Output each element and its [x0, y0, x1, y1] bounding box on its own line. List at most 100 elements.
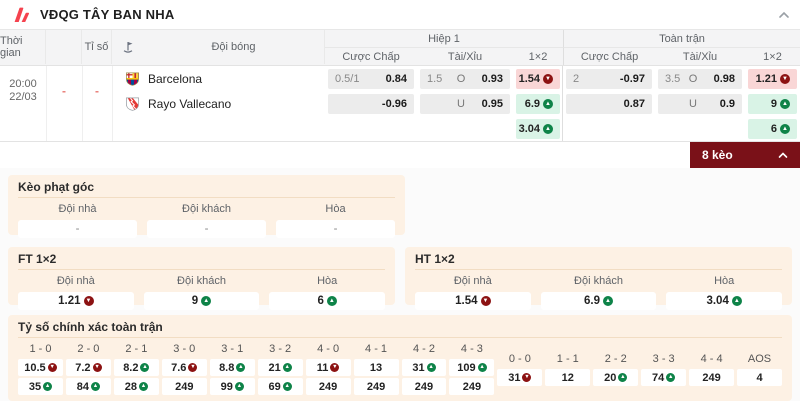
odds-cell-h1-handicap-away[interactable]: -0.96 — [328, 93, 414, 114]
odds-number: 8.8 — [219, 361, 235, 374]
odds-number: 1.21 — [58, 295, 81, 307]
score-label: 4 - 2 — [412, 343, 435, 355]
odds-number: 3.04 — [706, 295, 729, 307]
trend-up-icon: ▲ — [666, 373, 676, 382]
correct-score-grid: 1 - 0 10.5 ▼ 35 ▲ 2 - 0 7.2 ▼ 84 ▲ 2 - 1 8.2 ▲ 28 ▲ 3 -… — [18, 342, 782, 395]
odds-number: 0.84 — [385, 72, 407, 85]
panel-values: --- — [18, 220, 395, 238]
odds-cell[interactable]: 31 ▼ — [497, 369, 543, 386]
odds-cell[interactable]: 11 ▼ — [305, 359, 351, 376]
panel-column-label: Đội khách — [182, 203, 231, 215]
col-header-h1-overunder: Tài/Xỉu — [447, 50, 483, 63]
league-collapse-chevron-up-icon[interactable] — [778, 11, 790, 19]
panel-title: Tỷ số chính xác toàn trận — [18, 320, 782, 338]
panel-title: HT 1×2 — [415, 252, 782, 270]
odds-cell-ft-1x2-away[interactable]: 9 ▲ — [748, 93, 797, 114]
trend-up-icon: ▲ — [43, 382, 53, 391]
laliga-logo-icon — [10, 5, 32, 25]
odds-cell[interactable]: 84 ▲ — [65, 378, 111, 395]
score-label: 4 - 3 — [460, 343, 483, 355]
odds-cell-h1-1x2-home[interactable]: 1.54 ▼ — [516, 68, 560, 89]
odds-cell-h1-over[interactable]: 1.5 O 0.93 — [420, 68, 510, 89]
odds-cell[interactable]: 74 ▲ — [641, 369, 687, 386]
odds-cell[interactable]: 109 ▲ — [449, 359, 495, 376]
odds-cell[interactable]: 13 — [353, 359, 399, 376]
score-label: 3 - 2 — [269, 343, 292, 355]
trend-up-icon: ▲ — [236, 363, 246, 372]
odds-cell[interactable]: 8.8 ▲ — [209, 359, 255, 376]
odds-number: 84 — [76, 380, 90, 393]
trend-up-icon: ▲ — [426, 363, 436, 372]
odds-cell[interactable]: 7.2 ▼ — [65, 359, 111, 376]
odds-cell[interactable]: 31 ▲ — [401, 359, 447, 376]
odds-cell[interactable]: 249 — [305, 378, 351, 395]
odds-table-header: Thời gian Tỉ số Đội bóng Hiệp 1 Toàn trậ… — [0, 30, 800, 66]
odds-cell[interactable]: 249 — [689, 369, 735, 386]
odds-cell[interactable]: 8.2 ▲ — [113, 359, 159, 376]
odds-cell-h1-1x2-away[interactable]: 6.9 ▲ — [516, 93, 560, 114]
odds-cell-ft-1x2-draw[interactable]: 6 ▲ — [748, 118, 797, 139]
odds-cell-ft-handicap-away[interactable]: 0.87 — [566, 93, 652, 114]
odds-number: 6.9 — [524, 97, 540, 110]
odds-cell[interactable]: 6 ▲ — [269, 292, 385, 310]
odds-cell[interactable]: 9 ▲ — [143, 292, 260, 310]
odds-cell[interactable]: 28 ▲ — [113, 378, 159, 395]
odds-cell[interactable]: - — [276, 220, 395, 238]
trend-down-icon: ▼ — [83, 296, 94, 306]
odds-cell[interactable]: 249 — [161, 378, 207, 395]
odds-cell[interactable]: 4 — [737, 369, 782, 386]
odds-number: 7.2 — [75, 361, 91, 374]
odds-number: 10.5 — [24, 361, 46, 374]
odds-cell[interactable]: 69 ▲ — [257, 378, 303, 395]
trend-down-icon: ▼ — [188, 363, 198, 372]
odds-cell[interactable]: 35 ▲ — [18, 378, 63, 395]
corner-flag-icon — [112, 30, 143, 64]
score-column-draw: 2 - 2 20 ▲ — [593, 342, 639, 395]
away-team[interactable]: Rayo Vallecano — [112, 96, 325, 112]
over-label: O — [688, 72, 698, 85]
empty-space — [415, 175, 792, 235]
more-bets-button[interactable]: 8 kèo — [690, 142, 800, 168]
odds-cell[interactable]: 10.5 ▼ — [18, 359, 63, 376]
odds-cell-h1-under[interactable]: U 0.95 — [420, 93, 510, 114]
score-label: 4 - 1 — [365, 343, 388, 355]
odds-cell[interactable]: 249 — [401, 378, 447, 395]
odds-number: 8.2 — [123, 361, 139, 374]
odds-cell[interactable]: 99 ▲ — [209, 378, 255, 395]
col-header-ft-handicap: Cược Chấp — [563, 48, 655, 65]
odds-number: 11 — [316, 361, 329, 374]
odds-cell[interactable]: 12 — [545, 369, 591, 386]
odds-cell[interactable]: 3.04 ▲ — [666, 292, 782, 310]
odds-cell[interactable]: 6.9 ▲ — [540, 292, 657, 310]
odds-number: 0.9 — [719, 97, 735, 110]
score-column: 4 - 1 13 249 — [353, 342, 399, 395]
odds-cell[interactable]: 249 — [353, 378, 399, 395]
odds-cell-ft-1x2-home[interactable]: 1.21 ▼ — [748, 68, 797, 89]
odds-number: 28 — [124, 380, 137, 393]
odds-cell-ft-under[interactable]: U 0.9 — [658, 93, 742, 114]
odds-number: 9 — [770, 97, 777, 110]
odds-cell-ft-over[interactable]: 3.5 O 0.98 — [658, 68, 742, 89]
odds-cell[interactable]: 7.6 ▼ — [161, 359, 207, 376]
odds-cell[interactable]: 1.54 ▼ — [415, 292, 531, 310]
under-label: U — [689, 97, 697, 110]
score-column: 2 - 0 7.2 ▼ 84 ▲ — [65, 342, 111, 395]
col-header-h1-1x2: 1×2 — [528, 50, 548, 63]
odds-cell[interactable]: 21 ▲ — [257, 359, 303, 376]
odds-cell-ft-handicap-home[interactable]: 2 -0.97 — [566, 68, 652, 89]
odds-cell[interactable]: 1.21 ▼ — [18, 292, 134, 310]
odds-cell[interactable]: 20 ▲ — [593, 369, 639, 386]
odds-cell-h1-handicap-home[interactable]: 0.5/1 0.84 — [328, 68, 414, 89]
odds-cell[interactable]: - — [18, 220, 137, 238]
ou-line: 3.5 — [665, 72, 681, 85]
odds-cell-h1-1x2-draw[interactable]: 3.04 ▲ — [516, 118, 560, 139]
odds-cell[interactable]: 249 — [449, 378, 495, 395]
score-label: 3 - 0 — [173, 343, 196, 355]
score-label: 1 - 0 — [29, 343, 52, 355]
col-header-blank — [46, 30, 82, 64]
score-column: 3 - 0 7.6 ▼ 249 — [161, 342, 207, 395]
home-team[interactable]: Barcelona — [112, 71, 325, 87]
odds-table: Thời gian Tỉ số Đội bóng Hiệp 1 Toàn trậ… — [0, 30, 800, 142]
odds-cell[interactable]: - — [147, 220, 266, 238]
panel-column-label: Hòa — [325, 203, 346, 215]
